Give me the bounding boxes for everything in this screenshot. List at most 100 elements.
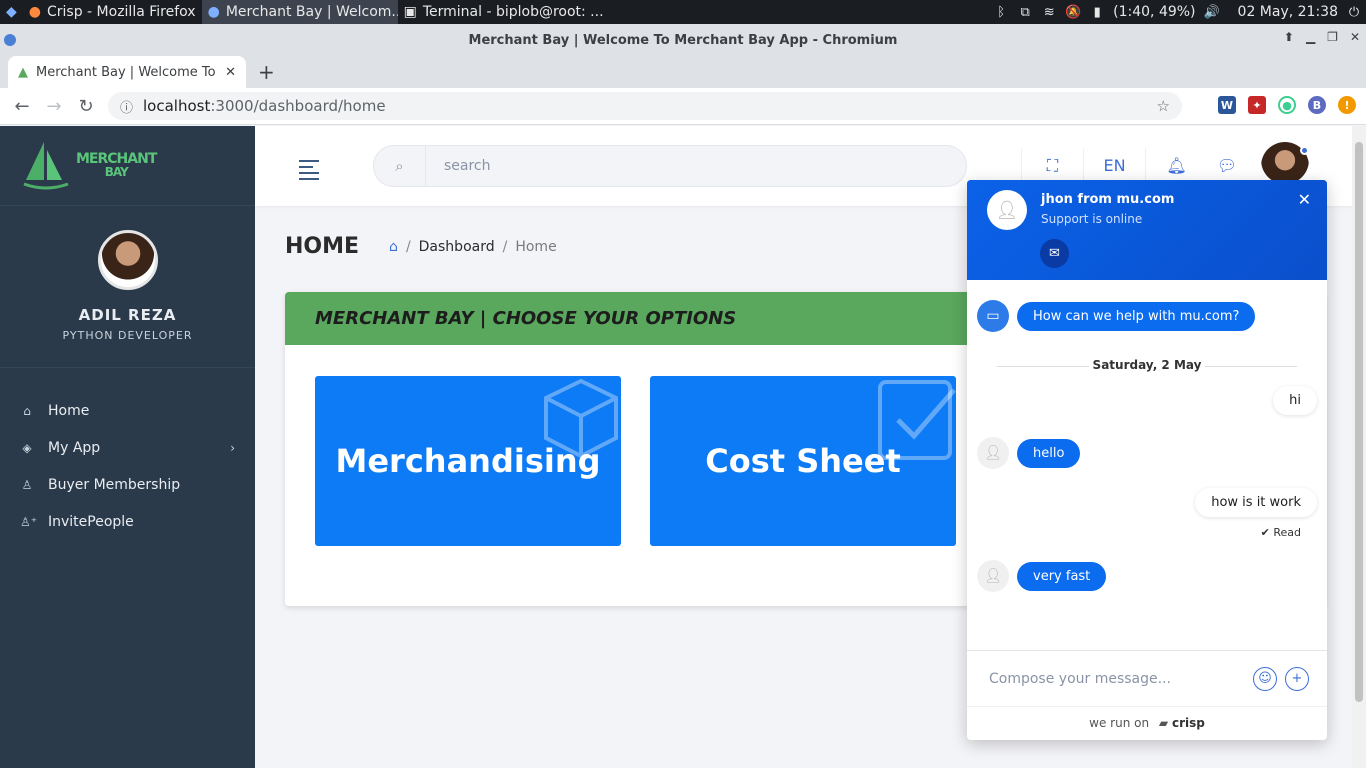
window-title: Merchant Bay | Welcome To Merchant Bay A… (468, 32, 898, 48)
read-label: Read (1273, 526, 1301, 539)
agent-status: Support is online (1041, 212, 1143, 226)
breadcrumb-separator: / (502, 238, 508, 255)
window-maximize-icon[interactable]: ❐ (1327, 30, 1338, 44)
window-close-icon[interactable]: ✕ (1350, 30, 1360, 44)
breadcrumb-home-icon[interactable]: ⌂ (389, 239, 398, 255)
extensions-area: W ✦ ● B ! (1218, 96, 1356, 114)
chat-message: 👤︎ hello (977, 437, 1081, 469)
site-info-icon[interactable]: ⓘ (120, 97, 133, 116)
message-bubble: How can we help with mu.com? (1017, 301, 1256, 331)
back-icon[interactable]: ← (6, 96, 38, 117)
task-firefox[interactable]: ● Crisp - Mozilla Firefox (23, 0, 202, 24)
update-alert-icon[interactable]: ! (1338, 96, 1356, 114)
task-terminal[interactable]: ▣ Terminal - biplob@root: ... (398, 0, 610, 24)
os-logo-icon: ◆ (6, 4, 17, 20)
os-menu-button[interactable]: ◆ (0, 0, 23, 24)
sidebar-item-buyer-membership[interactable]: ♙ Buyer Membership (0, 466, 255, 503)
breadcrumb-dashboard[interactable]: Dashboard (419, 239, 495, 255)
forward-icon[interactable]: → (38, 96, 70, 117)
search-input[interactable]: search (444, 158, 491, 174)
volume-icon[interactable]: 🔊 (1203, 4, 1219, 20)
task-label: Merchant Bay | Welcom... (225, 4, 398, 20)
sidebar-item-label: InvitePeople (48, 513, 134, 530)
chat-composer: Compose your message... ☺ + (967, 650, 1327, 706)
breadcrumb-separator: / (405, 238, 411, 255)
bot-avatar-icon: ▭ (977, 300, 1009, 332)
window-titlebar: Merchant Bay | Welcome To Merchant Bay A… (0, 24, 1366, 56)
site-favicon: ▲ (18, 64, 28, 80)
cost-sheet-tile[interactable]: Cost Sheet (650, 376, 956, 546)
search-bar[interactable]: ⌕ search (373, 145, 967, 187)
merchandising-tile[interactable]: Merchandising (315, 376, 621, 546)
tab-close-icon[interactable]: ✕ (225, 65, 236, 80)
red-extension-icon[interactable]: ✦ (1248, 96, 1266, 114)
crisp-extension-icon[interactable]: ● (1278, 96, 1296, 114)
profile-role: PYTHON DEVELOPER (62, 329, 193, 342)
network-icon[interactable]: ⧉ (1017, 4, 1033, 20)
bell-icon[interactable]: 🔔︎ (1145, 148, 1207, 184)
url-host: localhost (143, 97, 211, 115)
window-minimize-icon[interactable]: ▁ (1306, 30, 1315, 44)
logo-line-1: MERCHANT (76, 150, 157, 167)
reload-icon[interactable]: ↻ (70, 96, 102, 117)
agent-avatar: 👤︎ (987, 190, 1027, 230)
page-title: HOME (285, 234, 360, 259)
browser-tab[interactable]: ▲ Merchant Bay | Welcome To ✕ (8, 56, 246, 88)
battery-status: (1:40, 49%) (1113, 4, 1196, 20)
task-chromium[interactable]: ● Merchant Bay | Welcom... (201, 0, 398, 24)
clock[interactable]: 02 May, 21:38 (1238, 4, 1338, 20)
profile-panel: ADIL REZA PYTHON DEVELOPER (0, 206, 255, 368)
logo-line-2: BAY (104, 164, 129, 179)
terminal-icon: ▣ (403, 4, 417, 20)
chromium-app-icon (2, 32, 18, 48)
bookmark-star-icon[interactable]: ☆ (1157, 97, 1170, 115)
compose-input[interactable]: Compose your message... (989, 671, 1253, 687)
chat-message: ▭ How can we help with mu.com? (977, 300, 1256, 332)
chat-message: how is it work (1195, 488, 1317, 517)
agent-name: jhon from mu.com (1041, 192, 1175, 207)
chevron-right-icon: › (230, 440, 235, 455)
breadcrumb-current: Home (515, 238, 557, 255)
agent-avatar-small: 👤︎ (977, 437, 1009, 469)
sidebar-item-my-app[interactable]: ◈ My App › (0, 429, 255, 466)
chat-icon[interactable]: 💬︎ (1207, 148, 1247, 184)
sidebar-menu: ⌂ Home ◈ My App › ♙ Buyer Membership ♙⁺ … (0, 368, 255, 540)
attach-plus-icon[interactable]: + (1285, 666, 1309, 691)
message-bubble: how is it work (1195, 488, 1317, 517)
crisp-chat-widget: 👤︎ jhon from mu.com Support is online ✕ … (967, 180, 1327, 740)
address-bar[interactable]: ⓘ localhost:3000/dashboard/home ☆ (108, 92, 1182, 120)
branding-brand: crisp (1171, 716, 1205, 730)
word-extension-icon[interactable]: W (1218, 96, 1236, 114)
notifications-muted-icon[interactable]: 🔕 (1065, 4, 1081, 20)
date-separator: Saturday, 2 May (997, 358, 1297, 372)
sidebar-item-invite-people[interactable]: ♙⁺ InvitePeople (0, 503, 255, 540)
crisp-branding[interactable]: we run on ▰ crisp (967, 706, 1327, 740)
scrollbar-thumb[interactable] (1355, 142, 1363, 702)
search-icon: ⌕ (374, 145, 426, 187)
sidebar-item-label: My App (48, 439, 101, 456)
tab-strip: ▲ Merchant Bay | Welcome To ✕ + (0, 54, 1366, 88)
sidebar-item-home[interactable]: ⌂ Home (0, 392, 255, 429)
brand-logo[interactable]: MERCHANT BAY (0, 126, 255, 206)
language-selector[interactable]: EN (1083, 148, 1145, 184)
window-controls: ⬆ ▁ ❐ ✕ (1284, 30, 1360, 44)
new-tab-icon[interactable]: + (258, 60, 275, 84)
page-scrollbar[interactable] (1352, 126, 1366, 768)
power-icon[interactable]: ⏻ (1346, 4, 1362, 20)
page-header: HOME ⌂ / Dashboard / Home (285, 234, 557, 259)
email-icon[interactable]: ✉ (1040, 239, 1069, 268)
fullscreen-icon[interactable]: ⛶ (1021, 148, 1083, 184)
chat-close-icon[interactable]: ✕ (1298, 190, 1311, 209)
url-path: :3000/dashboard/home (210, 97, 386, 115)
window-up-icon[interactable]: ⬆ (1284, 30, 1294, 44)
bluetooth-icon[interactable]: ᛒ (993, 4, 1009, 20)
battery-icon[interactable]: ▮ (1089, 4, 1105, 20)
wifi-icon[interactable]: ≋ (1041, 4, 1057, 20)
menu-toggle-icon[interactable] (299, 160, 319, 184)
layers-icon: ◈ (22, 440, 32, 455)
profile-avatar-large[interactable] (97, 230, 158, 290)
emoji-icon[interactable]: ☺ (1253, 666, 1277, 691)
firefox-icon: ● (28, 4, 41, 20)
os-taskbar: ◆ ● Crisp - Mozilla Firefox ● Merchant B… (0, 0, 1366, 24)
profile-avatar[interactable]: B (1308, 96, 1326, 114)
